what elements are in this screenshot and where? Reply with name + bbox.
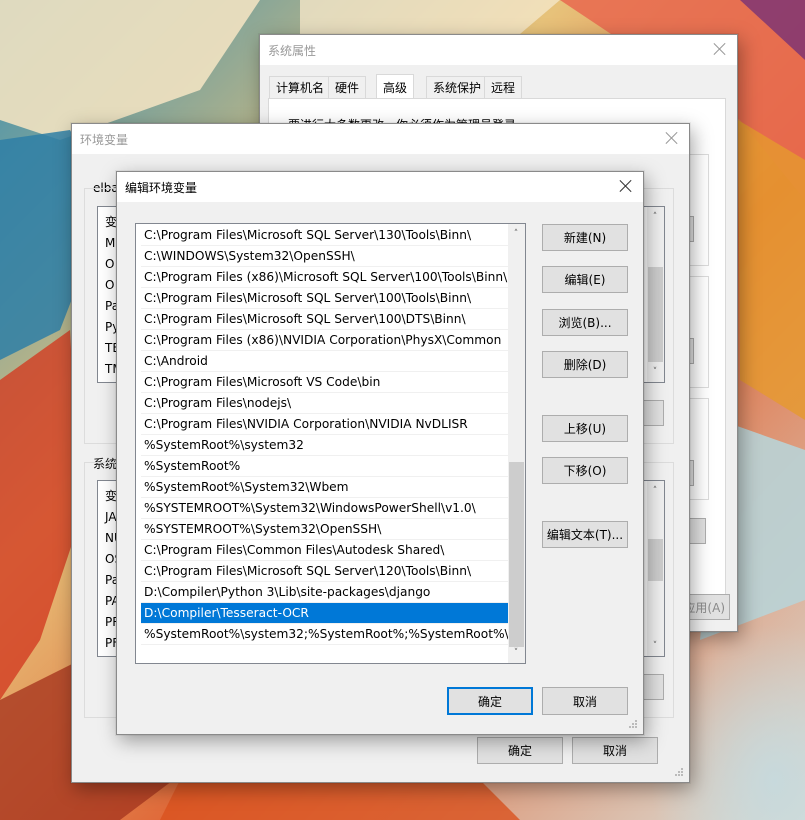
new-button[interactable]: 新建(N) bbox=[542, 224, 628, 251]
ok-label: 确定 bbox=[477, 694, 502, 709]
resize-grip-icon[interactable] bbox=[628, 719, 638, 729]
env-ok-label: 确定 bbox=[507, 744, 532, 758]
env-cancel-label: 取消 bbox=[602, 744, 627, 758]
path-list-item[interactable]: C:\Program Files\nodejs\ bbox=[141, 393, 509, 414]
path-list-item[interactable]: C:\Program Files\Common Files\Autodesk S… bbox=[141, 540, 509, 561]
path-list-scrollbar[interactable]: ˄ ˅ bbox=[508, 224, 525, 663]
close-icon[interactable] bbox=[713, 42, 727, 56]
sysprops-group-1 bbox=[690, 154, 709, 266]
move-up-label: 上移(U) bbox=[563, 422, 607, 436]
system-properties-title: 系统属性 bbox=[268, 43, 317, 58]
env-cancel-button[interactable]: 取消 bbox=[572, 737, 658, 764]
delete-button[interactable]: 删除(D) bbox=[542, 351, 628, 378]
tab-hardware[interactable]: 硬件 bbox=[328, 76, 367, 98]
path-list-item-selected[interactable]: D:\Compiler\Tesseract-OCR bbox=[141, 603, 509, 624]
path-list-item[interactable]: C:\WINDOWS\System32\OpenSSH\ bbox=[141, 246, 509, 267]
scroll-up-icon[interactable]: ˄ bbox=[650, 212, 660, 222]
path-list-item[interactable]: C:\Program Files (x86)\NVIDIA Corporatio… bbox=[141, 330, 509, 351]
user-var-row[interactable]: O bbox=[105, 257, 114, 271]
path-list-item[interactable]: D:\Compiler\Python 3\Lib\site-packages\d… bbox=[141, 582, 509, 603]
cancel-label: 取消 bbox=[572, 694, 597, 709]
edit-text-label: 编辑文本(T)... bbox=[546, 528, 624, 542]
edit-dialog-title: 编辑环境变量 bbox=[125, 180, 198, 195]
path-list-item[interactable]: C:\Program Files\Microsoft SQL Server\10… bbox=[141, 309, 509, 330]
scroll-up-icon[interactable]: ˄ bbox=[511, 229, 521, 239]
close-icon[interactable] bbox=[665, 131, 679, 145]
user-var-row[interactable]: M bbox=[105, 236, 115, 250]
user-vars-scrollbar[interactable]: ˄ ˅ bbox=[647, 207, 664, 382]
scroll-down-icon[interactable]: ˅ bbox=[650, 641, 660, 651]
path-list[interactable]: C:\Program Files\Microsoft SQL Server\13… bbox=[135, 223, 526, 664]
path-list-item[interactable]: C:\Program Files\Microsoft SQL Server\13… bbox=[141, 225, 509, 246]
path-list-item[interactable]: C:\Program Files\Microsoft SQL Server\10… bbox=[141, 288, 509, 309]
move-down-button[interactable]: 下移(O) bbox=[542, 457, 628, 484]
path-list-item[interactable]: C:\Program Files\NVIDIA Corporation\NVID… bbox=[141, 414, 509, 435]
path-list-item[interactable]: %SYSTEMROOT%\System32\OpenSSH\ bbox=[141, 519, 509, 540]
tab-remote[interactable]: 远程 bbox=[484, 76, 523, 98]
path-list-item[interactable]: C:\Program Files\Microsoft VS Code\bin bbox=[141, 372, 509, 393]
tab-advanced[interactable]: 高级 bbox=[376, 74, 415, 99]
system-vars-scrollbar[interactable]: ˄ ˅ bbox=[647, 481, 664, 656]
env-vars-title: 环境变量 bbox=[80, 132, 129, 147]
user-var-row[interactable]: O bbox=[105, 278, 114, 292]
path-list-item[interactable]: %SystemRoot%\system32;%SystemRoot%;%Syst… bbox=[141, 624, 509, 645]
tab-system-protection[interactable]: 系统保护 bbox=[426, 76, 489, 98]
resize-grip-icon[interactable] bbox=[674, 767, 684, 777]
path-list-item[interactable]: %SYSTEMROOT%\System32\WindowsPowerShell\… bbox=[141, 498, 509, 519]
move-up-button[interactable]: 上移(U) bbox=[542, 415, 628, 442]
ok-button[interactable]: 确定 bbox=[447, 687, 533, 715]
path-list-item[interactable]: %SystemRoot% bbox=[141, 456, 509, 477]
scroll-thumb[interactable] bbox=[648, 539, 663, 581]
scroll-thumb[interactable] bbox=[509, 462, 524, 647]
tab-computer-name[interactable]: 计算机名 bbox=[269, 76, 332, 98]
path-list-item[interactable]: %SystemRoot%\System32\Wbem bbox=[141, 477, 509, 498]
system-properties-titlebar[interactable]: 系统属性 bbox=[260, 35, 737, 65]
close-icon[interactable] bbox=[619, 179, 633, 193]
scroll-up-icon[interactable]: ˄ bbox=[650, 486, 660, 496]
path-list-item[interactable]: C:\Program Files (x86)\Microsoft SQL Ser… bbox=[141, 267, 509, 288]
env-vars-titlebar[interactable]: 环境变量 bbox=[72, 124, 689, 154]
scroll-down-icon[interactable]: ˅ bbox=[650, 367, 660, 377]
browse-button[interactable]: 浏览(B)... bbox=[542, 309, 628, 336]
new-label: 新建(N) bbox=[563, 231, 607, 245]
env-ok-button[interactable]: 确定 bbox=[477, 737, 563, 764]
edit-button[interactable]: 编辑(E) bbox=[542, 266, 628, 293]
scroll-thumb[interactable] bbox=[648, 267, 663, 362]
delete-label: 删除(D) bbox=[563, 358, 607, 372]
path-list-item[interactable]: C:\Program Files\Microsoft SQL Server\12… bbox=[141, 561, 509, 582]
path-list-item[interactable]: C:\Android bbox=[141, 351, 509, 372]
edit-label: 编辑(E) bbox=[564, 273, 606, 287]
sysprops-group-2 bbox=[690, 276, 709, 388]
scroll-down-icon[interactable]: ˅ bbox=[511, 648, 521, 658]
edit-text-button[interactable]: 编辑文本(T)... bbox=[542, 521, 628, 548]
path-list-item[interactable]: %SystemRoot%\system32 bbox=[141, 435, 509, 456]
system-var-row[interactable]: JA bbox=[105, 510, 117, 524]
edit-dialog-titlebar[interactable]: 编辑环境变量 bbox=[117, 172, 643, 202]
move-down-label: 下移(O) bbox=[563, 464, 607, 478]
browse-label: 浏览(B)... bbox=[558, 316, 612, 330]
cancel-button[interactable]: 取消 bbox=[542, 687, 628, 715]
